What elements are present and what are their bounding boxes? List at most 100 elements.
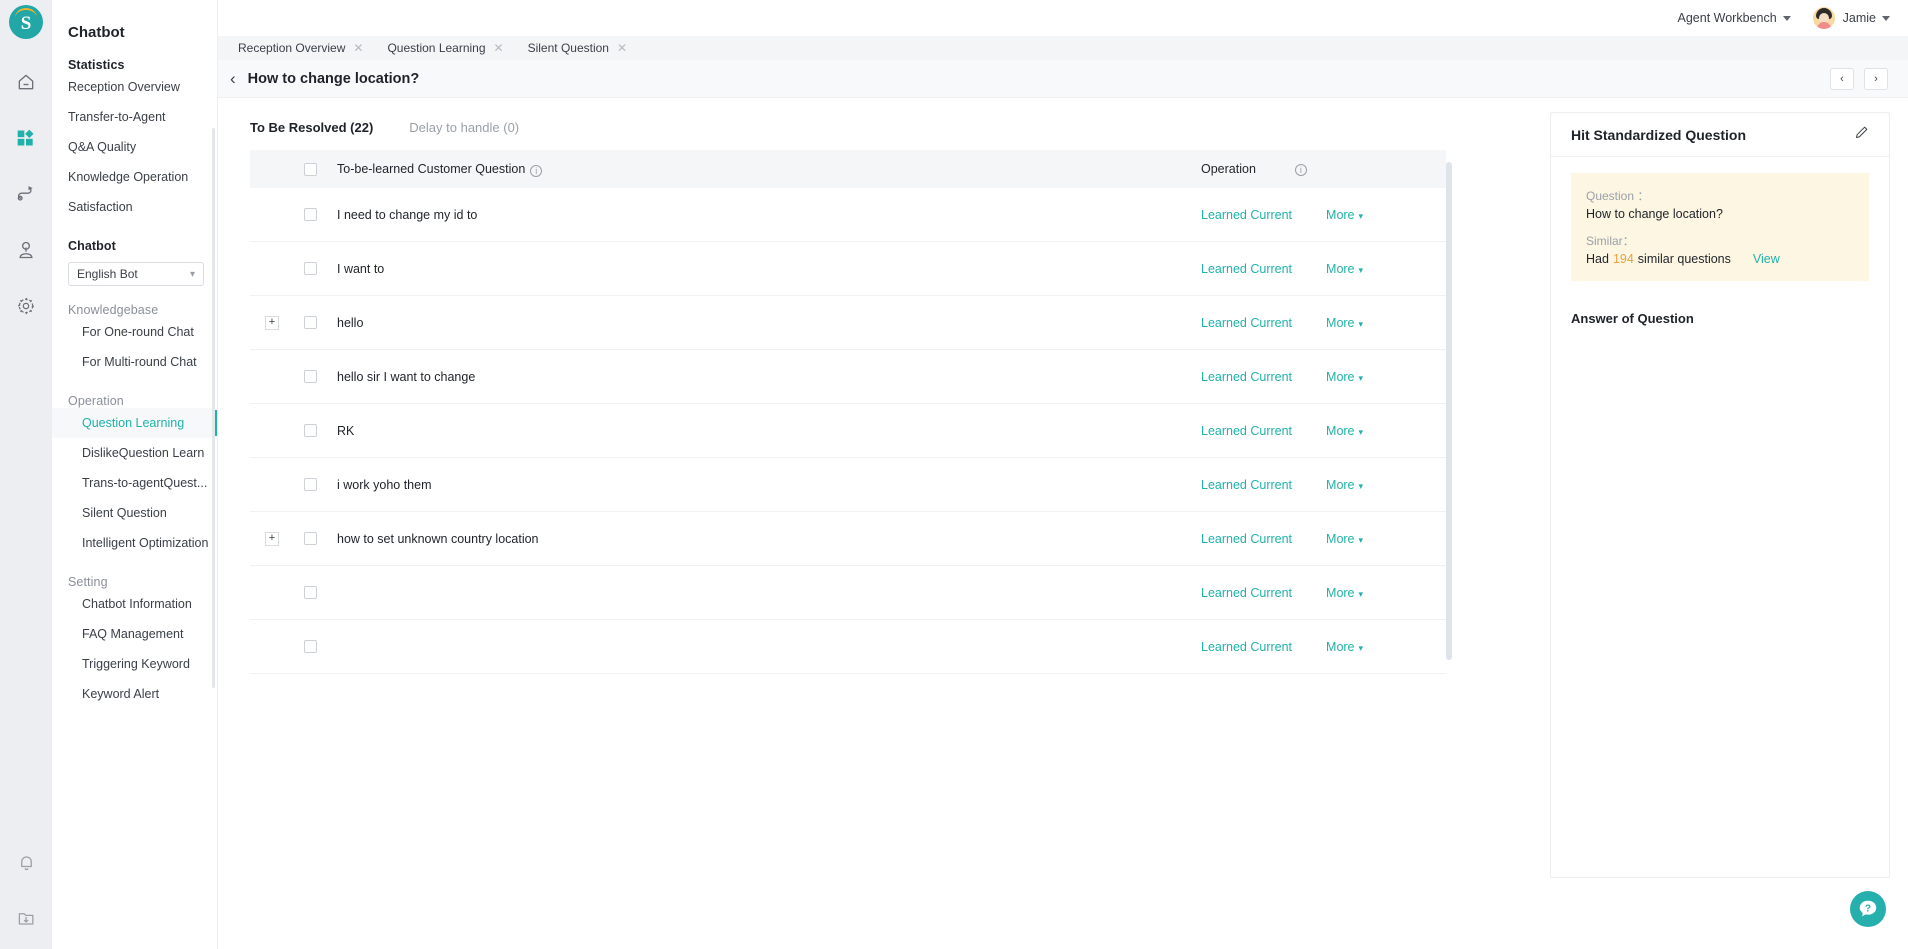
sidebar-item-silent-question[interactable]: Silent Question xyxy=(52,498,217,528)
tab-to-be-resolved[interactable]: To Be Resolved (22) xyxy=(250,120,373,135)
sidebar-item-knowledge-operation[interactable]: Knowledge Operation xyxy=(52,162,217,192)
sidebar-item-satisfaction[interactable]: Satisfaction xyxy=(52,192,217,222)
learned-current-link[interactable]: Learned Current xyxy=(1201,478,1292,492)
more-dropdown[interactable]: More ▾ xyxy=(1326,478,1363,492)
row-checkbox[interactable] xyxy=(304,316,317,329)
more-label: More xyxy=(1326,477,1355,492)
logo-letter: S xyxy=(20,12,32,34)
learned-current-link[interactable]: Learned Current xyxy=(1201,370,1292,384)
icon-rail: S xyxy=(0,0,52,949)
row-checkbox[interactable] xyxy=(304,586,317,599)
back-arrow-icon[interactable]: ‹ xyxy=(228,70,248,87)
help-button[interactable]: ? xyxy=(1850,891,1886,927)
row-operations: Learned Current More ▾ xyxy=(1201,640,1446,654)
row-checkbox[interactable] xyxy=(304,262,317,275)
table-row[interactable]: + hello Learned Current More ▾ xyxy=(250,296,1446,350)
learned-current-link[interactable]: Learned Current xyxy=(1201,208,1292,222)
tab-reception-overview[interactable]: Reception Overview ✕ xyxy=(226,36,375,60)
expand-row-button[interactable]: + xyxy=(265,315,279,330)
sidebar-item-question-learning[interactable]: Question Learning xyxy=(52,408,217,438)
chevron-down-icon: ▾ xyxy=(1358,642,1364,653)
learned-current-link[interactable]: Learned Current xyxy=(1201,532,1292,546)
row-checkbox[interactable] xyxy=(304,532,317,545)
sidebar-item-intelligent-optimization[interactable]: Intelligent Optimization xyxy=(52,528,217,558)
table-row[interactable]: I want to Learned Current More ▾ xyxy=(250,242,1446,296)
more-dropdown[interactable]: More ▾ xyxy=(1326,640,1363,654)
row-checkbox-cell xyxy=(294,478,327,491)
info-icon[interactable]: i xyxy=(1294,164,1307,176)
app-logo[interactable]: S xyxy=(9,5,43,39)
more-dropdown[interactable]: More ▾ xyxy=(1326,532,1363,546)
row-checkbox[interactable] xyxy=(304,424,317,437)
sidebar-item-qa-quality[interactable]: Q&A Quality xyxy=(52,132,217,162)
more-dropdown[interactable]: More ▾ xyxy=(1326,262,1363,276)
more-dropdown[interactable]: More ▾ xyxy=(1326,316,1363,330)
learned-current-link[interactable]: Learned Current xyxy=(1201,586,1292,600)
pencil-edit-icon[interactable] xyxy=(1854,125,1869,145)
row-checkbox[interactable] xyxy=(304,208,317,221)
more-dropdown[interactable]: More ▾ xyxy=(1326,586,1363,600)
table-row[interactable]: Learned Current More ▾ xyxy=(250,566,1446,620)
more-dropdown[interactable]: More ▾ xyxy=(1326,424,1363,438)
similar-label: Similar： xyxy=(1586,234,1635,248)
row-operations: Learned Current More ▾ xyxy=(1201,532,1446,546)
row-checkbox-cell xyxy=(294,640,327,653)
user-profile-icon[interactable] xyxy=(11,235,41,265)
learned-current-link[interactable]: Learned Current xyxy=(1201,262,1292,276)
next-page-button[interactable]: › xyxy=(1864,67,1888,90)
table-row[interactable]: I need to change my id to Learned Curren… xyxy=(250,188,1446,242)
select-all-checkbox[interactable] xyxy=(304,162,317,176)
table-row[interactable]: + how to set unknown country location Le… xyxy=(250,512,1446,566)
sidebar-item-faq-management[interactable]: FAQ Management xyxy=(52,619,217,649)
table-row[interactable]: i work yoho them Learned Current More ▾ xyxy=(250,458,1446,512)
bot-select[interactable]: English Bot ▾ xyxy=(68,262,204,286)
table-scrollbar[interactable] xyxy=(1446,162,1452,660)
sidebar-item-trans-to-agent-question[interactable]: Trans-to-agentQuest... xyxy=(52,468,217,498)
sidebar-item-keyword-alert[interactable]: Keyword Alert xyxy=(52,679,217,709)
expand-row-button[interactable]: + xyxy=(265,531,279,546)
side-panel-body: Question ： How to change location? Simil… xyxy=(1551,157,1889,326)
row-checkbox[interactable] xyxy=(304,640,317,653)
sidebar-item-chatbot-information[interactable]: Chatbot Information xyxy=(52,589,217,619)
sidebar-item-transfer-to-agent[interactable]: Transfer-to-Agent xyxy=(52,102,217,132)
learned-current-link[interactable]: Learned Current xyxy=(1201,424,1292,438)
close-icon[interactable]: ✕ xyxy=(353,42,363,54)
agent-workbench-dropdown[interactable]: Agent Workbench xyxy=(1678,11,1791,25)
flow-route-icon[interactable] xyxy=(11,179,41,209)
sidebar-item-dislikequestion-learn[interactable]: DislikeQuestion Learn xyxy=(52,438,217,468)
home-icon[interactable] xyxy=(11,67,41,97)
avatar[interactable] xyxy=(1812,7,1835,29)
sidebar-item-for-one-round-chat[interactable]: For One-round Chat xyxy=(52,317,217,347)
more-dropdown[interactable]: More ▾ xyxy=(1326,208,1363,222)
download-folder-icon[interactable] xyxy=(11,903,41,933)
learned-current-link[interactable]: Learned Current xyxy=(1201,640,1292,654)
more-dropdown[interactable]: More ▾ xyxy=(1326,370,1363,384)
sidebar-item-for-multi-round-chat[interactable]: For Multi-round Chat xyxy=(52,347,217,377)
learned-current-link[interactable]: Learned Current xyxy=(1201,316,1292,330)
bell-notification-icon[interactable] xyxy=(11,847,41,877)
row-checkbox[interactable] xyxy=(304,478,317,491)
table-row[interactable]: RK Learned Current More ▾ xyxy=(250,404,1446,458)
chevron-down-icon xyxy=(1882,15,1890,21)
browser-tab-bar: Reception Overview ✕ Question Learning ✕… xyxy=(218,36,1908,60)
table-row[interactable]: hello sir I want to change Learned Curre… xyxy=(250,350,1446,404)
table-row[interactable]: Learned Current More ▾ xyxy=(250,620,1446,674)
similar-prefix: Had xyxy=(1586,252,1609,266)
sidebar-scrollbar[interactable] xyxy=(212,128,215,688)
more-label: More xyxy=(1326,261,1355,276)
user-menu[interactable]: Jamie xyxy=(1843,11,1890,25)
close-icon[interactable]: ✕ xyxy=(494,42,504,54)
tab-question-learning[interactable]: Question Learning ✕ xyxy=(375,36,515,60)
gear-settings-icon[interactable] xyxy=(11,291,41,321)
tab-delay-to-handle[interactable]: Delay to handle (0) xyxy=(409,120,519,135)
prev-page-button[interactable]: ‹ xyxy=(1830,67,1854,90)
row-checkbox[interactable] xyxy=(304,370,317,383)
tab-silent-question[interactable]: Silent Question ✕ xyxy=(516,36,639,60)
dashboard-grid-icon[interactable] xyxy=(11,123,41,153)
view-link[interactable]: View xyxy=(1753,252,1780,266)
close-icon[interactable]: ✕ xyxy=(617,42,627,54)
sidebar-item-triggering-keyword[interactable]: Triggering Keyword xyxy=(52,649,217,679)
sidebar-item-reception-overview[interactable]: Reception Overview xyxy=(52,72,217,102)
info-icon[interactable]: i xyxy=(530,165,543,177)
row-question: RK xyxy=(337,423,355,438)
